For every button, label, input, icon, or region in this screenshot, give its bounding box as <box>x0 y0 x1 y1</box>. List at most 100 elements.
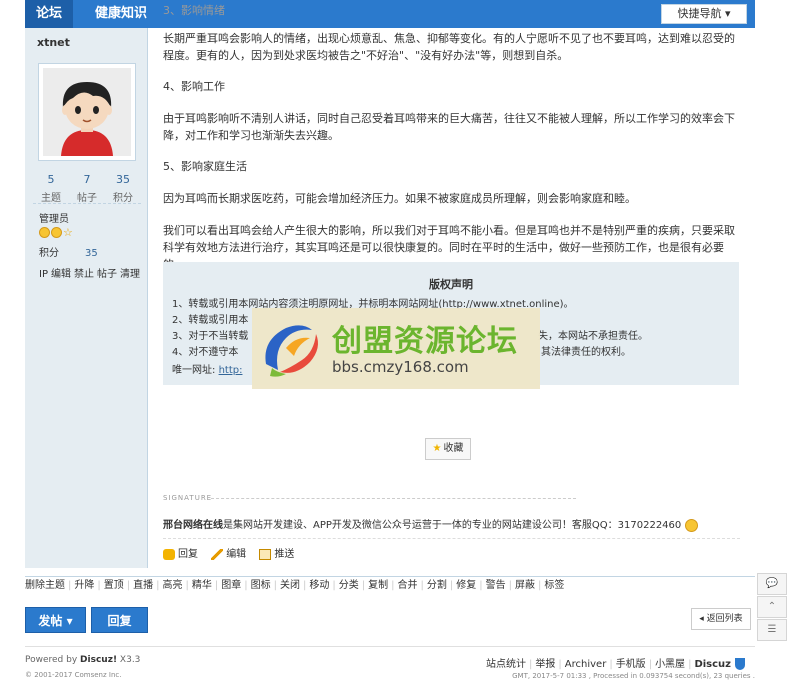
footer-link-archiver[interactable]: Archiver <box>565 659 607 670</box>
post-paragraph: 长期严重耳鸣会影响人的情绪，出现心烦意乱、焦急、抑郁等变化。有的人宁愿听不见了也… <box>163 32 735 62</box>
star-icon: ☆ <box>63 226 73 239</box>
unique-url-link[interactable]: http: <box>219 365 243 376</box>
unique-url-label: 唯一网址: <box>172 365 216 376</box>
push-icon <box>259 548 272 560</box>
mod-delete-thread[interactable]: 删除主题 <box>25 577 65 595</box>
star-icon: ★ <box>432 443 442 454</box>
edit-action[interactable]: 编辑 <box>211 545 246 560</box>
pencil-icon <box>211 548 224 560</box>
signature-divider <box>211 498 576 499</box>
new-post-button[interactable]: 发帖 ▾ <box>25 607 86 633</box>
footer-link-blackroom[interactable]: 小黑屋 <box>655 659 685 670</box>
reply-action-label: 回复 <box>178 549 198 560</box>
mod-highlight[interactable]: 高亮 <box>163 577 183 595</box>
powered-version: X3.3 <box>119 655 141 665</box>
chat-icon[interactable]: 💬 <box>757 573 787 595</box>
mod-stick[interactable]: 置顶 <box>104 577 124 595</box>
post-heading: 5、影响家庭生活 <box>163 160 247 173</box>
mod-category[interactable]: 分类 <box>339 577 359 595</box>
post-paragraph: 因为耳鸣而长期求医吃药，可能会增加经济压力。如果不被家庭成员所理解，则会影响家庭… <box>163 192 636 205</box>
back-to-list-button[interactable]: ◂ 返回列表 <box>691 608 751 630</box>
signature-label: SIGNATURE <box>163 494 213 502</box>
page-stats: GMT, 2017-5-7 01:33 , Processed in 0.093… <box>512 672 755 680</box>
avatar-cartoon-icon <box>43 68 131 156</box>
user-medals: ☆ <box>39 226 74 239</box>
push-action-label: 推送 <box>274 549 295 560</box>
stat-threads-value: 5 <box>47 173 55 186</box>
copyright-line: 其法律责任的权利。 <box>541 347 631 358</box>
powered-brand[interactable]: Discuz! <box>80 655 117 665</box>
admin-link-edit[interactable]: 编辑 <box>51 269 71 280</box>
mod-bump[interactable]: 升降 <box>74 577 94 595</box>
sidebar-divider <box>33 203 141 204</box>
copyright-line: 2、转载或引用本 <box>172 315 249 326</box>
stat-threads-label: 主题 <box>41 193 61 204</box>
admin-link-posts[interactable]: 帖子 <box>97 269 117 280</box>
footer-link-stats[interactable]: 站点统计 <box>486 659 526 670</box>
powered-prefix: Powered by <box>25 655 78 665</box>
mod-close[interactable]: 关闭 <box>280 577 300 595</box>
user-role[interactable]: 管理员 <box>39 210 69 225</box>
favorite-button[interactable]: ★ 收藏 <box>425 438 471 460</box>
stat-credits[interactable]: 35 积分 <box>105 173 141 204</box>
push-action[interactable]: 推送 <box>259 545 294 560</box>
float-toolbar: 💬 ⌃ ☰ <box>757 573 787 642</box>
copyright-line: 3、对于不当转载 <box>172 331 249 342</box>
mod-tag[interactable]: 标签 <box>544 577 564 595</box>
admin-link-ip[interactable]: IP <box>39 269 48 280</box>
mod-live[interactable]: 直播 <box>133 577 153 595</box>
avatar[interactable] <box>38 63 136 161</box>
mod-block[interactable]: 屏蔽 <box>515 577 535 595</box>
watermark-url: bbs.cmzy168.com <box>332 358 469 376</box>
post-content: 3、影响情绪 长期严重耳鸣会影响人的情绪，出现心烦意乱、焦急、抑郁等变化。有的人… <box>163 0 740 568</box>
mod-warn[interactable]: 警告 <box>486 577 506 595</box>
signature-bold: 邢台网络在线 <box>163 520 223 531</box>
mod-split[interactable]: 分割 <box>427 577 447 595</box>
footer-link-mobile[interactable]: 手机版 <box>616 659 646 670</box>
mod-digest[interactable]: 精华 <box>192 577 212 595</box>
watermark-title: 创盟资源论坛 <box>332 324 518 359</box>
reply-action[interactable]: 回复 <box>163 545 198 560</box>
admin-links: IP 编辑 禁止 帖子 清理 <box>39 265 143 280</box>
content-divider <box>163 538 740 539</box>
moderation-bar: 删除主题 | 升降 | 置顶 | 直播 | 高亮 | 精华 | 图章 | 图标 | 关闭 | 移动 | 分类 | 复制 | 合并… <box>25 576 755 596</box>
mod-repair[interactable]: 修复 <box>456 577 476 595</box>
faded-heading: 3、影响情绪 <box>163 4 225 17</box>
mod-stamp[interactable]: 图章 <box>221 577 241 595</box>
signature: 邢台网络在线是集网站开发建设、APP开发及微信公众号运营于一体的专业的网站建设公… <box>163 516 699 532</box>
stat-credits-label: 积分 <box>113 193 133 204</box>
reply-button[interactable]: 回复 <box>91 607 148 633</box>
stat-posts[interactable]: 7 帖子 <box>69 173 105 204</box>
footer-brand[interactable]: Discuz <box>694 659 731 670</box>
copyright-text: © 2001-2017 Comsenz Inc. <box>25 671 122 679</box>
footer-link-report[interactable]: 举报 <box>535 659 555 670</box>
author-username[interactable]: xtnet <box>37 36 70 49</box>
medal-smile-icon <box>39 227 50 238</box>
shield-icon <box>735 658 745 670</box>
copyright-title: 版权声明 <box>429 278 473 291</box>
footer-links: 站点统计 | 举报 | Archiver | 手机版 | 小黑屋 | Discuz <box>486 655 745 670</box>
copyright-line: 失，本网站不承担责任。 <box>538 331 648 342</box>
edit-action-label: 编辑 <box>226 549 247 560</box>
list-icon[interactable]: ☰ <box>757 619 787 641</box>
top-icon[interactable]: ⌃ <box>757 596 787 618</box>
mod-copy[interactable]: 复制 <box>368 577 388 595</box>
admin-link-clean[interactable]: 清理 <box>120 269 140 280</box>
medal-smile-icon <box>51 227 62 238</box>
stat-posts-value: 7 <box>83 173 91 186</box>
tab-forum[interactable]: 论坛 <box>25 0 73 28</box>
post-actions: 回复 编辑 推送 <box>163 545 304 560</box>
powered-by: Powered by Discuz! X3.3 <box>25 655 140 665</box>
post-heading: 4、影响工作 <box>163 80 225 93</box>
mod-move[interactable]: 移动 <box>309 577 329 595</box>
stat-threads[interactable]: 5 主题 <box>33 173 69 204</box>
admin-link-ban[interactable]: 禁止 <box>74 269 94 280</box>
favorite-label: 收藏 <box>443 443 464 454</box>
mod-icon[interactable]: 图标 <box>251 577 271 595</box>
stat-posts-label: 帖子 <box>77 193 97 204</box>
tab-health-knowledge[interactable]: 健康知识 <box>81 0 161 28</box>
mod-merge[interactable]: 合并 <box>398 577 418 595</box>
signature-text: 是集网站开发建设、APP开发及微信公众号运营于一体的专业的网站建设公司！客服QQ… <box>223 520 682 531</box>
copyright-line: 4、对不遵守本 <box>172 347 239 358</box>
reply-icon <box>163 548 175 560</box>
